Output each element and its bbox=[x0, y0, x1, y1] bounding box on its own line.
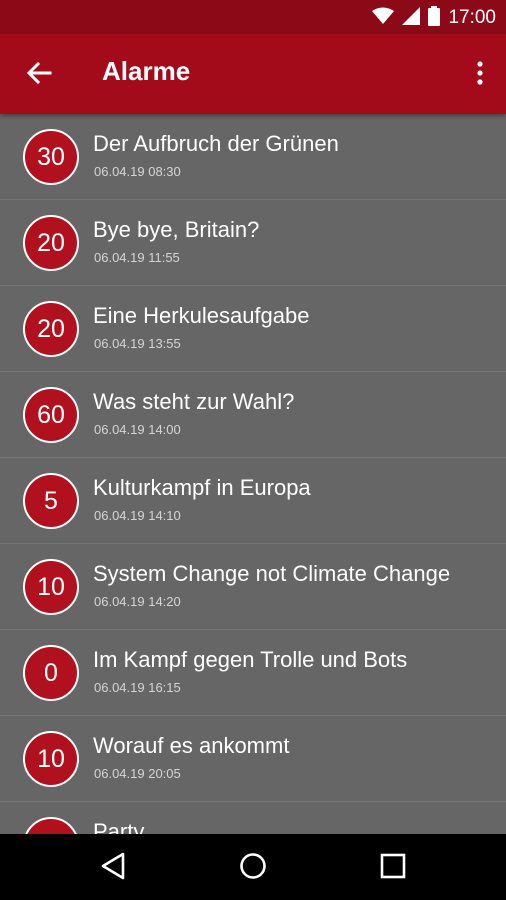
alarm-title: System Change not Climate Change bbox=[93, 561, 451, 586]
alarm-time: 06.04.19 13:55 bbox=[94, 336, 181, 351]
alarm-time: 06.04.19 08:30 bbox=[94, 164, 181, 179]
back-button[interactable] bbox=[20, 56, 58, 94]
recents-square-icon bbox=[380, 853, 406, 883]
status-icons: 17:00 bbox=[372, 6, 496, 30]
overflow-menu-button[interactable] bbox=[468, 58, 492, 92]
list-item[interactable]: 0 Im Kampf gegen Trolle und Bots 06.04.1… bbox=[0, 630, 506, 716]
battery-icon bbox=[428, 6, 441, 30]
alarm-time: 06.04.19 14:20 bbox=[94, 594, 181, 609]
alarm-time: 06.04.19 11:55 bbox=[94, 250, 180, 265]
status-bar: 17:00 bbox=[0, 0, 506, 34]
alarm-title: Party bbox=[93, 819, 145, 834]
status-time: 17:00 bbox=[448, 7, 496, 28]
nav-recents-button[interactable] bbox=[373, 848, 413, 888]
alarm-title: Der Aufbruch der Grünen bbox=[93, 131, 339, 156]
alarm-time: 06.04.19 16:15 bbox=[94, 680, 181, 695]
list-item[interactable]: Party bbox=[0, 802, 506, 834]
alarm-time: 06.04.19 20:05 bbox=[94, 766, 181, 781]
alarm-badge: 10 bbox=[23, 559, 79, 615]
alarm-title: Worauf es ankommt bbox=[93, 733, 290, 758]
alarm-badge: 20 bbox=[23, 215, 79, 271]
list-item[interactable]: 5 Kulturkampf in Europa 06.04.19 14:10 bbox=[0, 458, 506, 544]
signal-icon bbox=[402, 7, 421, 29]
nav-home-button[interactable] bbox=[233, 848, 273, 888]
app-bar: Alarme bbox=[0, 34, 506, 114]
list-item[interactable]: 10 Worauf es ankommt 06.04.19 20:05 bbox=[0, 716, 506, 802]
arrow-left-icon bbox=[26, 60, 52, 90]
alarm-time: 06.04.19 14:00 bbox=[94, 422, 181, 437]
list-item[interactable]: 20 Eine Herkulesaufgabe 06.04.19 13:55 bbox=[0, 286, 506, 372]
alarm-badge: 5 bbox=[23, 473, 79, 529]
alarm-badge: 10 bbox=[23, 731, 79, 787]
alarm-badge: 20 bbox=[23, 301, 79, 357]
alarm-title: Kulturkampf in Europa bbox=[93, 475, 311, 500]
alarm-badge: 0 bbox=[23, 645, 79, 701]
alarm-time: 06.04.19 14:10 bbox=[94, 508, 181, 523]
page-title: Alarme bbox=[102, 56, 191, 86]
alarm-badge bbox=[23, 817, 79, 834]
navigation-bar bbox=[0, 834, 506, 900]
wifi-icon bbox=[372, 7, 395, 29]
alarm-title: Was steht zur Wahl? bbox=[93, 389, 295, 414]
more-vert-icon bbox=[477, 61, 483, 89]
alarm-list: 30 Der Aufbruch der Grünen 06.04.19 08:3… bbox=[0, 114, 506, 834]
list-item[interactable]: 60 Was steht zur Wahl? 06.04.19 14:00 bbox=[0, 372, 506, 458]
alarm-badge: 60 bbox=[23, 387, 79, 443]
back-triangle-icon bbox=[100, 852, 126, 884]
list-item[interactable]: 30 Der Aufbruch der Grünen 06.04.19 08:3… bbox=[0, 114, 506, 200]
list-item[interactable]: 10 System Change not Climate Change 06.0… bbox=[0, 544, 506, 630]
list-item[interactable]: 20 Bye bye, Britain? 06.04.19 11:55 bbox=[0, 200, 506, 286]
alarm-title: Eine Herkulesaufgabe bbox=[93, 303, 310, 328]
alarm-title: Bye bye, Britain? bbox=[93, 217, 260, 242]
alarm-badge: 30 bbox=[23, 129, 79, 185]
alarm-title: Im Kampf gegen Trolle und Bots bbox=[93, 647, 408, 672]
home-circle-icon bbox=[239, 852, 267, 884]
nav-back-button[interactable] bbox=[93, 848, 133, 888]
